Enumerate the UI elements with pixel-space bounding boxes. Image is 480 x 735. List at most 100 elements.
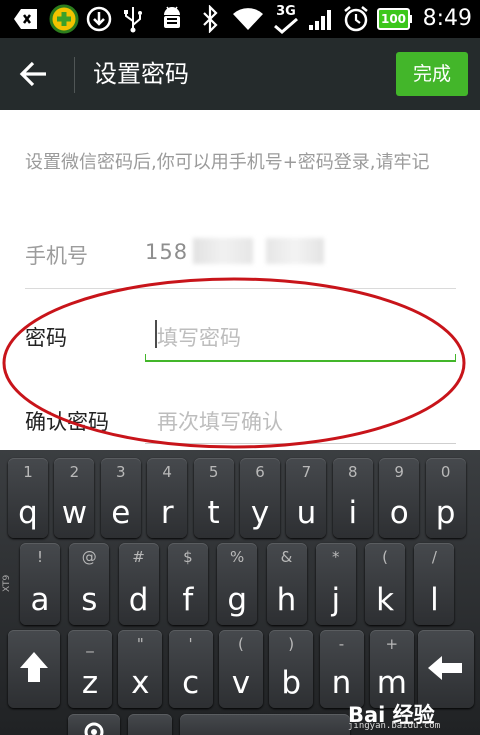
key-secondary-label: 1 [23,463,33,481]
key-l[interactable]: / l [414,543,455,625]
key-u[interactable]: 7u [286,458,327,538]
key-primary-label: b [281,665,302,701]
back-arrow-icon [19,61,46,87]
confirm-password-input[interactable]: 再次填写确认 [157,406,283,436]
key-e[interactable]: 3e [100,458,141,538]
key-primary-label: g [227,582,248,618]
key-secondary-label: 0 [440,463,451,481]
phone-label: 手机号 [25,244,88,268]
key-h[interactable]: & h [266,543,307,625]
page-title: 设置密码 [93,60,189,88]
key-secondary-label: $ [183,548,193,566]
punctuation-key[interactable] [128,714,172,735]
key-secondary-label: _ [86,635,94,653]
key-c[interactable]: ' c [168,630,213,708]
key-secondary-label: + [385,635,399,653]
key-secondary-label: 2 [69,463,80,481]
key-primary-label: s [81,582,98,618]
alarm-icon [340,4,372,34]
key-a[interactable]: ! a [20,543,60,625]
key-k[interactable]: (k [365,543,406,625]
xt9-label: XT9 [2,574,12,592]
android-debug-icon [158,4,186,34]
key-secondary-label: ( [382,548,389,566]
shift-key[interactable] [8,630,60,708]
download-icon [85,4,113,34]
title-divider [74,57,75,93]
key-o[interactable]: 9o [379,458,420,538]
backspace-icon [428,656,462,680]
watermark: Bai 经验 jingyan.baidu.com [348,699,474,731]
wifi-icon [230,4,266,34]
watermark-url: jingyan.baidu.com [348,721,441,731]
key-d[interactable]: # d [118,543,159,625]
key-secondary-label: - [338,635,345,653]
back-button[interactable] [18,58,54,90]
divider [25,288,456,289]
key-y[interactable]: 6y [240,458,280,538]
battery-icon: 100 [377,4,413,34]
clock: 8:49 [422,6,472,31]
key-primary-label: w [61,495,88,531]
key-i[interactable]: 8i [332,458,373,538]
gear-icon [84,722,104,735]
title-bar: 设置密码 完成 [0,38,480,110]
key-primary-label: f [182,582,194,618]
password-input[interactable]: 填写密码 [157,322,241,352]
key-z[interactable]: _ z [68,630,112,708]
key-secondary-label: @ [81,548,97,566]
key-primary-label: v [231,665,251,701]
key-secondary-label: 6 [255,463,265,481]
key-primary-label: q [18,495,38,531]
key-v[interactable]: (v [218,630,263,708]
key-primary-label: x [131,665,150,701]
key-secondary-label: ( [237,635,244,653]
signal-bars-icon [306,4,336,34]
key-p[interactable]: 0p [425,458,466,538]
confirm-input-underline [145,443,456,444]
key-j[interactable]: * j [315,543,356,625]
key-b[interactable]: ) b [269,630,314,708]
usb-icon [120,4,146,34]
confirm-label: 确认密码 [25,410,109,434]
phone-value: 158 [145,240,189,264]
space-key[interactable] [180,714,350,735]
key-secondary-label: * [332,548,340,566]
key-primary-label: u [296,495,317,531]
key-primary-label: l [430,582,439,618]
network-type-label: 3G [276,3,296,19]
key-t[interactable]: 5t [193,458,234,538]
key-primary-label: e [111,495,131,531]
key-secondary-label: 8 [348,463,358,481]
hint-text: 设置微信密码后,你可以用手机号+密码登录,请牢记 [25,152,430,173]
key-r[interactable]: 4r [147,458,188,538]
key-n[interactable]: -n [319,630,364,708]
key-q[interactable]: 1q [8,458,48,538]
key-secondary-label: ' [188,635,193,653]
phone-redacted-part [266,238,324,264]
key-primary-label: o [389,495,409,531]
key-f[interactable]: $ f [167,543,208,625]
done-button[interactable]: 完成 [396,52,468,96]
key-w[interactable]: 2w [54,458,95,538]
plus-badge-icon [48,4,80,34]
bluetooth-icon [198,4,222,34]
key-primary-label: y [250,495,270,531]
key-primary-label: z [81,665,99,701]
key-s[interactable]: @ s [69,543,110,625]
key-primary-label: c [182,665,200,701]
underline-tick [145,354,146,362]
key-m[interactable]: + m [369,630,414,708]
status-bar: 3G 100 8:49 [0,0,480,38]
3g-signal-icon: 3G [270,4,302,34]
settings-key[interactable] [68,714,120,735]
key-g[interactable]: % g [217,543,258,625]
phone-redacted-part [193,238,253,264]
text-caret [155,320,157,348]
key-secondary-label: ) [288,635,295,653]
key-secondary-label: 7 [301,463,312,481]
backspace-key[interactable] [418,630,474,708]
key-x[interactable]: " x [118,630,163,708]
screen: 3G 100 8:49 设置密码 完成 设置微信密码后,你可以用手机号+密码登录… [0,0,480,735]
back-arrow-icon [12,4,40,34]
